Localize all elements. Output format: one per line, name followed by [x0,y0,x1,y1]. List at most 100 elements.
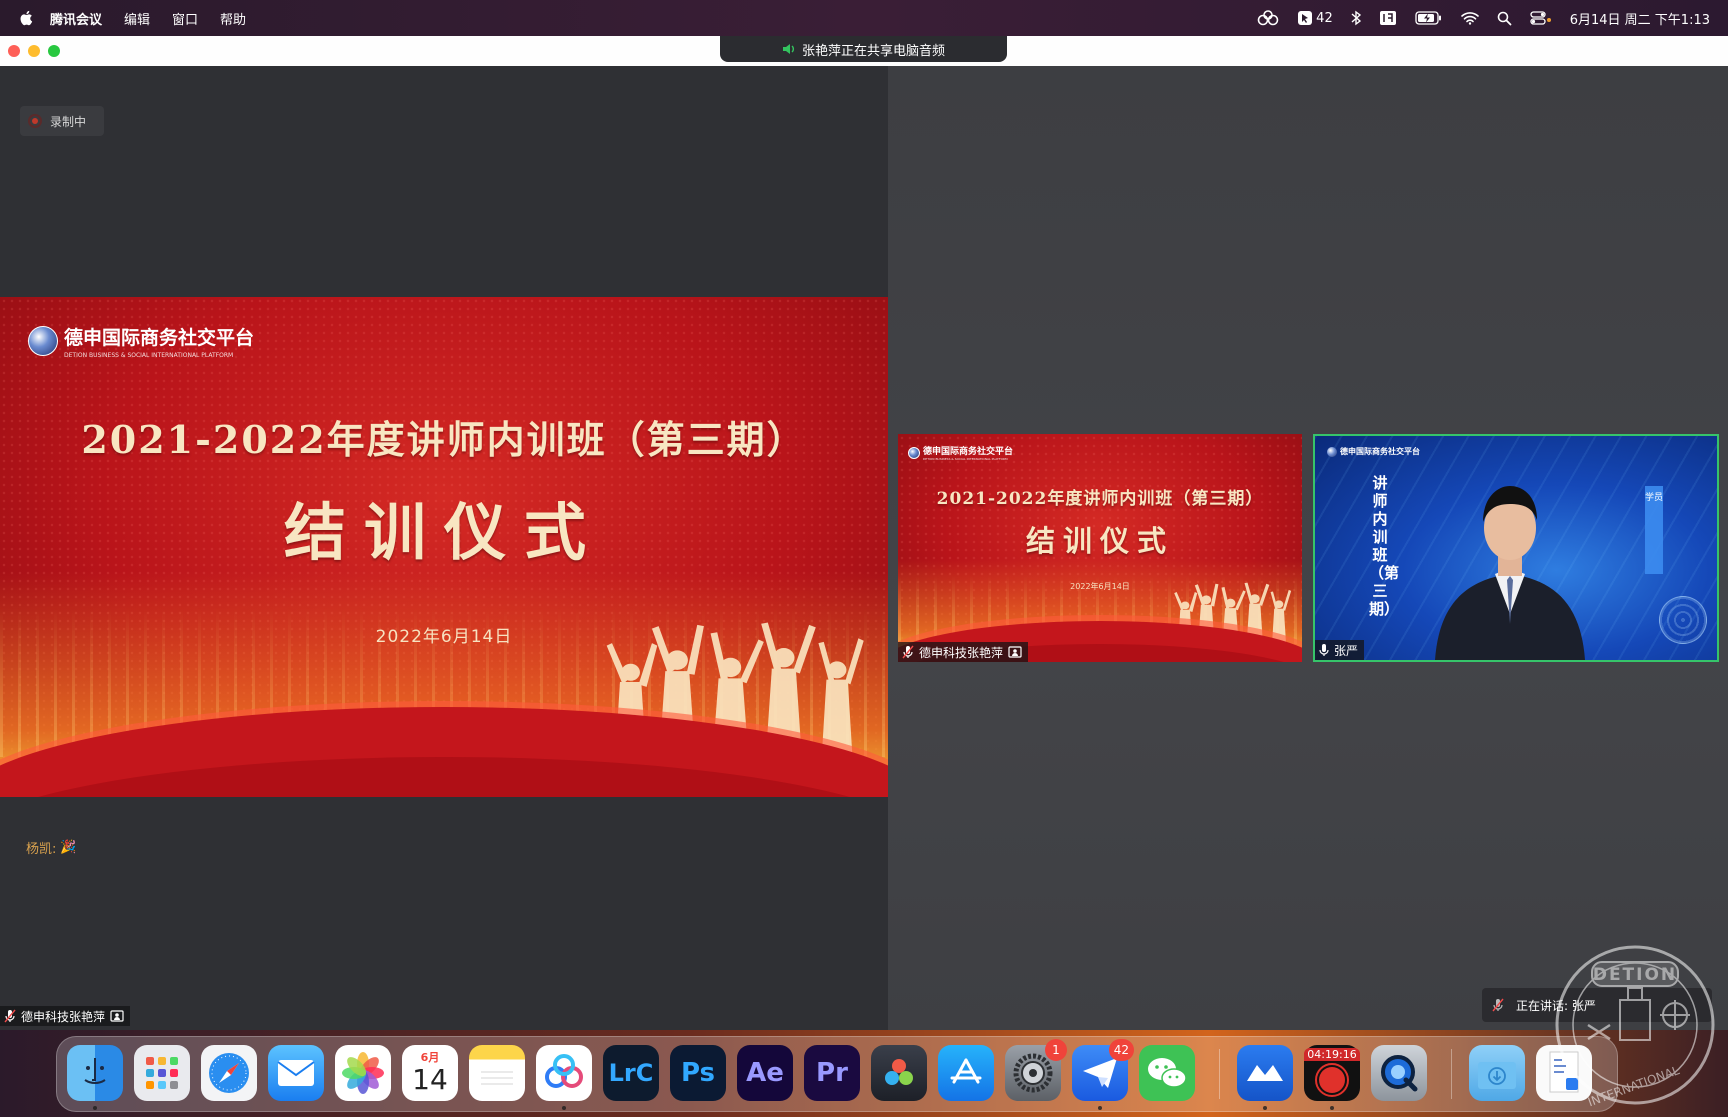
shared-slide: 德申国际商务社交平台 DETION BUSINESS & SOCIAL INTE… [0,297,888,797]
quicktime-icon[interactable] [1371,1045,1427,1101]
after-effects-icon[interactable]: Ae [737,1045,793,1101]
screen-share-icon [110,1010,124,1022]
control-center-icon[interactable] [1530,11,1552,25]
audio-share-text: 张艳萍正在共享电脑音频 [801,43,945,59]
record-button-icon [1315,1063,1349,1097]
detion-globe-icon [28,326,58,356]
calendar-icon[interactable]: 6月 14 [402,1045,458,1101]
detion-globe-icon [908,446,920,459]
spotlight-search-icon[interactable] [1497,11,1512,26]
tencent-meeting-icon[interactable] [1237,1045,1293,1101]
safari-compass-icon [209,1053,249,1093]
gear-icon [1013,1053,1053,1093]
window-minimize-button[interactable] [28,45,40,57]
menu-clock[interactable]: 6月14日 周二 下午1:13 [1570,9,1710,28]
menu-edit[interactable]: 编辑 [124,9,150,28]
screen: 腾讯会议 编辑 窗口 帮助 42 6月14日 周二 下午1:13 张艳萍正在共享… [0,0,1728,1117]
calendar-day: 14 [412,1063,448,1096]
video-background-logo: 德申国际商务社交平台 [1327,446,1420,457]
slide-title: 2021-2022年度讲师内训班（第三期） [81,417,807,462]
meeting-logo-icon [1247,1065,1283,1081]
window-close-button[interactable] [8,45,20,57]
slide-logo-cn: 德申国际商务社交平台 [64,327,255,349]
speaker-icon [782,44,794,54]
wechat-icon[interactable] [1139,1045,1195,1101]
safari-icon[interactable] [201,1045,257,1101]
cloud-rings-icon [545,1054,583,1088]
app-store-icon[interactable] [938,1045,994,1101]
baidu-netdisk-icon[interactable] [536,1045,592,1101]
tencent-meeting-status-icon[interactable] [1257,10,1279,26]
audio-share-banner[interactable]: 张艳萍正在共享电脑音频 [720,36,1007,62]
shared-screen-owner-tag: 德申科技张艳萍 [0,1006,131,1026]
slide-logo-en: DETION BUSINESS & SOCIAL INTERNATIONAL P… [64,352,234,359]
resolve-petals-icon [885,1059,913,1085]
app-store-a-icon [950,1058,982,1084]
envelope-icon [277,1060,315,1086]
meeting-running-dot [1263,1106,1267,1110]
finder-face-icon [84,1058,106,1084]
speaker-person [1435,486,1585,660]
menu-app-name[interactable]: 腾讯会议 [50,9,102,28]
recorder-time: 04:19:16 [1304,1048,1360,1061]
window-zoom-button[interactable] [48,45,60,57]
tile-slide-logo: 德申国际商务社交平台 DETION BUSINESS & SOCIAL INTE… [908,444,1013,461]
dock-separator [1451,1049,1452,1099]
notification-counter[interactable]: 42 [1297,10,1333,26]
dock: 6月 14 LrC Ps Ae Pr 1 42 04:19:16 [56,1036,1618,1112]
apple-icon[interactable] [18,9,36,27]
screen-recorder-icon[interactable]: 04:19:16 [1304,1045,1360,1101]
photoshop-icon[interactable]: Ps [670,1045,726,1101]
quicktime-q-icon [1381,1055,1418,1092]
video-side-tag: 学员 [1645,486,1663,574]
davinci-resolve-icon[interactable] [871,1045,927,1101]
tile-slide-date: 2022年6月14日 [1070,582,1130,591]
speaker-name-tag: 张严 [1315,640,1365,660]
video-vertical-title: 讲师内训班（第三期） [1369,474,1400,618]
mail-icon[interactable] [268,1045,324,1101]
launchpad-grid-icon [146,1057,178,1089]
speaker-video-tile[interactable]: 德申国际商务社交平台 讲师内训班（第三期） 学员 张严 [1313,434,1719,662]
dock-separator [1219,1049,1220,1099]
slide-date: 2022年6月14日 [375,627,513,647]
slide-logo: 德申国际商务社交平台 DETION BUSINESS & SOCIAL INTE… [28,323,254,359]
notes-icon[interactable] [469,1045,525,1101]
record-icon [28,114,42,128]
download-arrow-icon [1478,1062,1516,1089]
lightroom-classic-icon[interactable]: LrC [603,1045,659,1101]
feishu-icon[interactable]: 42 [1072,1039,1134,1101]
chat-emoji: 🎉 [60,840,77,855]
tile-slide-subtitle: 结训仪式 [1025,524,1174,558]
mic-muted-icon [1492,998,1504,1012]
feishu-badge: 42 [1108,1039,1134,1061]
menu-bar: 腾讯会议 编辑 窗口 帮助 42 6月14日 周二 下午1:13 [0,0,1728,36]
bluetooth-icon[interactable] [1351,10,1361,26]
finder-icon[interactable] [67,1045,123,1101]
input-method-icon[interactable] [1379,10,1397,26]
speaker-name: 张严 [1334,643,1359,658]
menu-window[interactable]: 窗口 [172,9,198,28]
mic-icon [1319,644,1329,656]
presenter-tile[interactable]: 德申国际商务社交平台 DETION BUSINESS & SOCIAL INTE… [898,434,1302,662]
presenter-name-tag: 德申科技张艳萍 [898,642,1029,662]
battery-icon[interactable] [1415,11,1443,25]
wifi-icon[interactable] [1460,11,1479,25]
menu-extras: 42 6月14日 周二 下午1:13 [1257,0,1710,36]
menu-help[interactable]: 帮助 [220,9,246,28]
tile-slide-logo-cn: 德申国际商务社交平台 [923,447,1014,457]
premiere-pro-icon[interactable]: Pr [804,1045,860,1101]
notes-lines-icon [481,1071,513,1085]
launchpad-icon[interactable] [134,1045,190,1101]
system-preferences-icon[interactable]: 1 [1005,1039,1067,1101]
video-logo-text: 德申国际商务社交平台 [1340,447,1420,456]
mic-muted-icon [4,1009,16,1023]
shared-screen-owner: 德申科技张艳萍 [21,1009,106,1024]
tech-globe-graphic [1659,596,1707,644]
chat-sender: 杨凯: [26,842,57,857]
feishu-running-dot [1098,1106,1102,1110]
recording-indicator[interactable]: 录制中 [20,106,104,136]
downloads-folder-icon[interactable] [1469,1045,1525,1101]
photos-icon[interactable] [335,1045,391,1101]
detion-watermark-seal: DETION INTERNATIONAL [1555,945,1715,1109]
notification-count: 42 [1316,10,1333,26]
